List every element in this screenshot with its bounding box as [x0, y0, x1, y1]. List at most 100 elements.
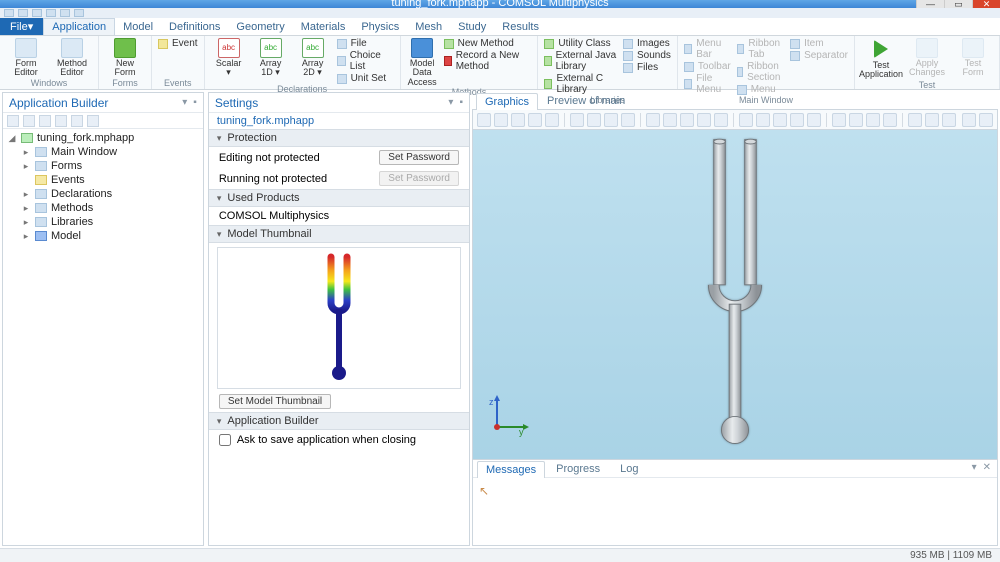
- array2d-button[interactable]: abcArray 2D ▾: [295, 38, 331, 78]
- section-thumbnail[interactable]: Model Thumbnail: [209, 225, 469, 243]
- choice-list-button[interactable]: Choice List: [337, 50, 394, 72]
- view-iso-icon[interactable]: [697, 113, 711, 127]
- window-maximize-button[interactable]: ▭: [944, 0, 972, 8]
- rotate-icon[interactable]: [587, 113, 601, 127]
- zoom-in-icon[interactable]: [477, 113, 491, 127]
- tab-model[interactable]: Model: [115, 18, 161, 35]
- wireframe-icon[interactable]: [739, 113, 753, 127]
- model-data-access-button[interactable]: Model Data Access: [407, 38, 438, 87]
- app-tree[interactable]: ◢tuning_fork.mphapp ▸Main Window ▸Forms …: [3, 129, 203, 545]
- tab-messages[interactable]: Messages: [477, 461, 545, 478]
- view-xz-icon[interactable]: [680, 113, 694, 127]
- messages-body[interactable]: ↖: [473, 478, 997, 545]
- view-yz-icon[interactable]: [663, 113, 677, 127]
- images-lib-button[interactable]: Images: [623, 38, 671, 49]
- tree-tb-icon[interactable]: [23, 115, 35, 127]
- qat-icon[interactable]: [74, 9, 84, 17]
- scalar-button[interactable]: abcScalar ▾: [211, 38, 247, 78]
- panel-collapse-icon[interactable]: ▪: [459, 97, 463, 108]
- panel-menu-icon[interactable]: ▾: [448, 97, 453, 108]
- tree-node-main-window[interactable]: ▸Main Window: [3, 145, 203, 159]
- show-icon[interactable]: [883, 113, 897, 127]
- clip-icon[interactable]: [849, 113, 863, 127]
- snapshot-icon[interactable]: [962, 113, 976, 127]
- zoom-extents-icon[interactable]: [511, 113, 525, 127]
- tab-physics[interactable]: Physics: [353, 18, 407, 35]
- qat-icon[interactable]: [4, 9, 14, 17]
- utility-class-button[interactable]: Utility Class: [544, 38, 617, 49]
- method-editor-button[interactable]: Method Editor: [52, 38, 92, 78]
- panel-close-icon[interactable]: ✕: [983, 462, 991, 473]
- panel-menu-icon[interactable]: ▾: [972, 462, 977, 473]
- view-default-icon[interactable]: [714, 113, 728, 127]
- grid-icon[interactable]: [790, 113, 804, 127]
- select-add-icon[interactable]: [925, 113, 939, 127]
- zoom-out-icon[interactable]: [494, 113, 508, 127]
- zoom-sel-icon[interactable]: [545, 113, 559, 127]
- section-app-builder[interactable]: Application Builder: [209, 412, 469, 430]
- tree-node-events[interactable]: Events: [3, 173, 203, 187]
- record-method-button[interactable]: Record a New Method: [444, 50, 532, 72]
- tree-node-methods[interactable]: ▸Methods: [3, 201, 203, 215]
- lighting-icon[interactable]: [773, 113, 787, 127]
- tree-node-model[interactable]: ▸Model: [3, 229, 203, 243]
- ext-java-lib-button[interactable]: External Java Library: [544, 50, 617, 72]
- select-icon[interactable]: [570, 113, 584, 127]
- tree-tb-icon[interactable]: [71, 115, 83, 127]
- panel-menu-icon[interactable]: ▾: [182, 97, 187, 108]
- tab-application[interactable]: Application: [43, 18, 115, 35]
- tree-tb-icon[interactable]: [7, 115, 19, 127]
- scene-light-icon[interactable]: [832, 113, 846, 127]
- file-menu[interactable]: File▾: [0, 18, 43, 35]
- tree-node-declarations[interactable]: ▸Declarations: [3, 187, 203, 201]
- set-password-editing-button[interactable]: Set Password: [379, 150, 459, 165]
- unit-set-button[interactable]: Unit Set: [337, 73, 394, 84]
- section-used-products[interactable]: Used Products: [209, 189, 469, 207]
- test-application-button[interactable]: Test Application: [861, 38, 901, 80]
- select-remove-icon[interactable]: [942, 113, 956, 127]
- new-form-button[interactable]: New Form: [105, 38, 145, 78]
- qat-icon[interactable]: [46, 9, 56, 17]
- zoom-box-icon[interactable]: [528, 113, 542, 127]
- file-decl-button[interactable]: File: [337, 38, 394, 49]
- print-icon[interactable]: [979, 113, 993, 127]
- graphics-viewport[interactable]: zy: [472, 130, 998, 460]
- tree-tb-icon[interactable]: [87, 115, 99, 127]
- panel-collapse-icon[interactable]: ▪: [193, 97, 197, 108]
- ask-save-checkbox[interactable]: [219, 434, 231, 446]
- tree-tb-icon[interactable]: [39, 115, 51, 127]
- tree-node-libraries[interactable]: ▸Libraries: [3, 215, 203, 229]
- event-button[interactable]: Event: [158, 38, 198, 49]
- files-lib-button[interactable]: Files: [623, 62, 671, 73]
- tab-study[interactable]: Study: [450, 18, 494, 35]
- window-close-button[interactable]: ✕: [972, 0, 1000, 8]
- tab-graphics[interactable]: Graphics: [476, 93, 538, 110]
- hide-icon[interactable]: [866, 113, 880, 127]
- qat-icon[interactable]: [60, 9, 70, 17]
- axes-icon[interactable]: [807, 113, 821, 127]
- window-minimize-button[interactable]: —: [916, 0, 944, 8]
- section-protection[interactable]: Protection: [209, 129, 469, 147]
- transparency-icon[interactable]: [756, 113, 770, 127]
- tab-definitions[interactable]: Definitions: [161, 18, 228, 35]
- tab-mesh[interactable]: Mesh: [407, 18, 450, 35]
- tab-geometry[interactable]: Geometry: [228, 18, 292, 35]
- set-thumbnail-button[interactable]: Set Model Thumbnail: [219, 394, 331, 409]
- tab-results[interactable]: Results: [494, 18, 547, 35]
- array1d-button[interactable]: abcArray 1D ▾: [253, 38, 289, 78]
- new-method-button[interactable]: New Method: [444, 38, 532, 49]
- tab-log[interactable]: Log: [611, 460, 647, 477]
- select-mode-icon[interactable]: [908, 113, 922, 127]
- view-xy-icon[interactable]: [646, 113, 660, 127]
- measure-icon[interactable]: [621, 113, 635, 127]
- tab-progress[interactable]: Progress: [547, 460, 609, 477]
- tree-tb-icon[interactable]: [55, 115, 67, 127]
- pan-icon[interactable]: [604, 113, 618, 127]
- qat-icon[interactable]: [32, 9, 42, 17]
- sounds-lib-button[interactable]: Sounds: [623, 50, 671, 61]
- tree-node-forms[interactable]: ▸Forms: [3, 159, 203, 173]
- form-editor-button[interactable]: Form Editor: [6, 38, 46, 78]
- tab-preview-main[interactable]: Preview of main: [538, 92, 634, 109]
- qat-icon[interactable]: [18, 9, 28, 17]
- tab-materials[interactable]: Materials: [293, 18, 354, 35]
